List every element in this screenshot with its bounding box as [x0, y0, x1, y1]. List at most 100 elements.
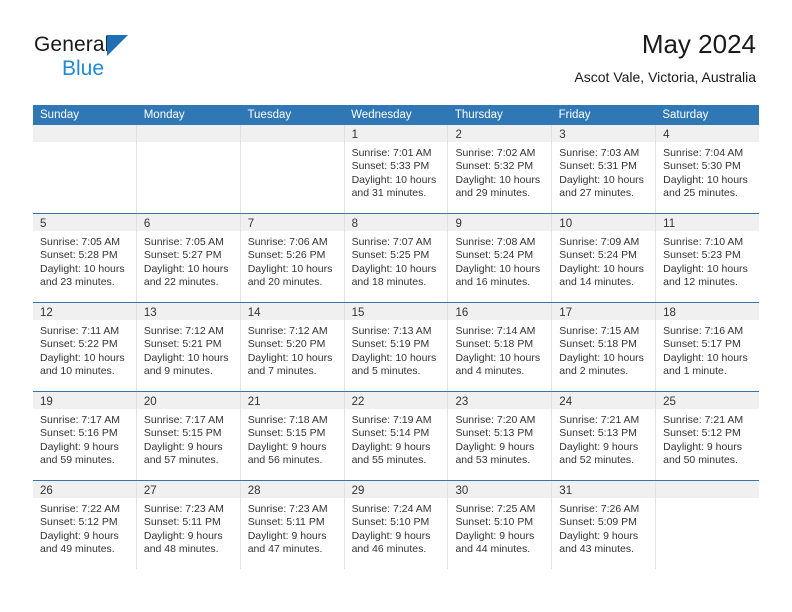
day-cell[interactable]: 28 Sunrise: 7:23 AM Sunset: 5:11 PM Dayligh… [240, 481, 345, 569]
day-cell[interactable]: 22 Sunrise: 7:19 AM Sunset: 5:14 PM Dayligh… [344, 392, 449, 480]
day-number-band: 3 [552, 125, 656, 142]
day-cell[interactable]: 14 Sunrise: 7:12 AM Sunset: 5:20 PM Dayligh… [240, 303, 345, 391]
day-number-band: 27 [136, 481, 240, 498]
weekday-header-saturday: Saturday [662, 109, 709, 121]
daylight-line: Daylight: 9 hours [247, 440, 327, 453]
day-cell[interactable]: 7 Sunrise: 7:06 AM Sunset: 5:26 PM Daylight… [240, 214, 345, 302]
day-number: 1 [351, 129, 358, 141]
day-cell[interactable]: 2 Sunrise: 7:02 AM Sunset: 5:32 PM Daylight… [448, 125, 553, 213]
sunrise-line: Sunrise: 7:25 AM [455, 503, 536, 515]
sunrise-line: Sunrise: 7:12 AM [247, 325, 328, 337]
day-number: 24 [559, 396, 573, 408]
sunrise-line: Sunrise: 7:07 AM [351, 236, 432, 248]
day-number: 8 [351, 218, 358, 230]
general-blue-logo: General Blue [34, 34, 128, 80]
day-number-band: 31 [552, 481, 656, 498]
day-cell-body [33, 142, 136, 147]
sunset-line: Sunset: 5:15 PM [143, 427, 222, 440]
day-cell[interactable]: 11 Sunrise: 7:10 AM Sunset: 5:23 PM Dayligh… [656, 214, 760, 302]
day-cell-body: Sunrise: 7:04 AM Sunset: 5:30 PM Daylight:… [656, 142, 759, 201]
day-cell[interactable]: 12 Sunrise: 7:11 AM Sunset: 5:22 PM Dayligh… [33, 303, 137, 391]
day-number: 16 [455, 307, 469, 319]
day-cell[interactable]: 16 Sunrise: 7:14 AM Sunset: 5:18 PM Dayligh… [448, 303, 553, 391]
daylight-line-cont: and 25 minutes. [663, 187, 738, 200]
day-cell[interactable]: 25 Sunrise: 7:21 AM Sunset: 5:12 PM Dayligh… [656, 392, 760, 480]
day-number-band: 10 [552, 214, 656, 231]
sunset-line: Sunset: 5:13 PM [455, 427, 534, 440]
day-cell[interactable]: 17 Sunrise: 7:15 AM Sunset: 5:18 PM Dayligh… [552, 303, 657, 391]
day-cell[interactable]: 23 Sunrise: 7:20 AM Sunset: 5:13 PM Dayligh… [448, 392, 553, 480]
day-number-band: 16 [448, 303, 552, 320]
daylight-line: Daylight: 9 hours [40, 440, 119, 453]
day-cell[interactable]: 3 Sunrise: 7:03 AM Sunset: 5:31 PM Daylight… [552, 125, 657, 213]
sunrise-line: Sunrise: 7:21 AM [559, 414, 640, 426]
logo-text-blue: Blue [62, 57, 105, 80]
day-cell-body: Sunrise: 7:01 AM Sunset: 5:33 PM Daylight:… [345, 142, 448, 201]
day-number-band: 26 [33, 481, 136, 498]
day-cell-body: Sunrise: 7:11 AM Sunset: 5:22 PM Daylight:… [33, 320, 136, 379]
day-cell-body: Sunrise: 7:12 AM Sunset: 5:21 PM Daylight:… [137, 320, 240, 379]
day-number-band: 6 [136, 214, 240, 231]
day-number: 9 [455, 218, 462, 230]
day-cell[interactable]: 18 Sunrise: 7:16 AM Sunset: 5:17 PM Dayligh… [656, 303, 760, 391]
day-number: 2 [455, 129, 462, 141]
day-cell[interactable]: 24 Sunrise: 7:21 AM Sunset: 5:13 PM Dayligh… [552, 392, 657, 480]
daylight-line-cont: and 57 minutes. [143, 454, 219, 467]
day-number-band [240, 125, 344, 142]
day-cell[interactable]: 31 Sunrise: 7:26 AM Sunset: 5:09 PM Dayligh… [552, 481, 657, 569]
day-cell[interactable]: 1 Sunrise: 7:01 AM Sunset: 5:33 PM Daylight… [344, 125, 449, 213]
day-number-band [136, 125, 240, 142]
sunrise-line: Sunrise: 7:23 AM [247, 503, 328, 515]
day-cell[interactable]: 10 Sunrise: 7:09 AM Sunset: 5:24 PM Dayligh… [552, 214, 657, 302]
daylight-line-cont: and 4 minutes. [455, 365, 525, 378]
day-cell-body: Sunrise: 7:20 AM Sunset: 5:13 PM Daylight:… [448, 409, 551, 468]
day-number: 14 [247, 307, 261, 319]
day-cell[interactable]: 5 Sunrise: 7:05 AM Sunset: 5:28 PM Daylight… [33, 214, 137, 302]
daylight-line: Daylight: 10 hours [143, 262, 229, 275]
day-number-band: 1 [344, 125, 448, 142]
sunset-line: Sunset: 5:10 PM [351, 516, 430, 529]
daylight-line: Daylight: 10 hours [351, 173, 437, 186]
day-cell[interactable]: 9 Sunrise: 7:08 AM Sunset: 5:24 PM Daylight… [448, 214, 553, 302]
day-number-band: 22 [344, 392, 448, 409]
day-cell[interactable]: 26 Sunrise: 7:22 AM Sunset: 5:12 PM Dayligh… [33, 481, 137, 569]
day-cell[interactable]: 27 Sunrise: 7:23 AM Sunset: 5:11 PM Dayligh… [136, 481, 241, 569]
daylight-line-cont: and 53 minutes. [455, 454, 531, 467]
day-cell[interactable]: 19 Sunrise: 7:17 AM Sunset: 5:16 PM Dayligh… [33, 392, 137, 480]
daylight-line: Daylight: 10 hours [40, 262, 125, 275]
sunset-line: Sunset: 5:12 PM [40, 516, 118, 529]
day-cell[interactable]: 21 Sunrise: 7:18 AM Sunset: 5:15 PM Dayligh… [240, 392, 345, 480]
day-number: 12 [40, 307, 53, 319]
day-cell-body: Sunrise: 7:05 AM Sunset: 5:28 PM Daylight:… [33, 231, 136, 290]
day-cell[interactable]: 30 Sunrise: 7:25 AM Sunset: 5:10 PM Dayligh… [448, 481, 553, 569]
sunrise-line: Sunrise: 7:09 AM [559, 236, 640, 248]
daylight-line-cont: and 10 minutes. [40, 365, 115, 378]
day-cell-body: Sunrise: 7:12 AM Sunset: 5:20 PM Daylight:… [241, 320, 344, 379]
daylight-line: Daylight: 9 hours [351, 529, 431, 542]
day-cell[interactable]: 29 Sunrise: 7:24 AM Sunset: 5:10 PM Dayligh… [344, 481, 449, 569]
day-number-band [33, 125, 136, 142]
day-number: 13 [143, 307, 157, 319]
daylight-line: Daylight: 9 hours [143, 440, 223, 453]
daylight-line-cont: and 2 minutes. [559, 365, 629, 378]
calendar-week-row: 12 Sunrise: 7:11 AM Sunset: 5:22 PM Dayligh… [33, 302, 760, 391]
day-cell[interactable]: 6 Sunrise: 7:05 AM Sunset: 5:27 PM Daylight… [136, 214, 241, 302]
day-cell[interactable]: 4 Sunrise: 7:04 AM Sunset: 5:30 PM Daylight… [656, 125, 760, 213]
sunset-line: Sunset: 5:28 PM [40, 249, 118, 262]
day-cell-empty [33, 125, 137, 213]
day-cell-body: Sunrise: 7:02 AM Sunset: 5:32 PM Daylight:… [448, 142, 551, 201]
day-cell-body: Sunrise: 7:10 AM Sunset: 5:23 PM Daylight:… [656, 231, 759, 290]
day-number-band: 24 [552, 392, 656, 409]
daylight-line: Daylight: 10 hours [455, 351, 541, 364]
day-cell-body: Sunrise: 7:08 AM Sunset: 5:24 PM Daylight:… [448, 231, 551, 290]
day-number: 21 [247, 396, 261, 408]
day-cell-body: Sunrise: 7:16 AM Sunset: 5:17 PM Daylight:… [656, 320, 759, 379]
sunset-line: Sunset: 5:20 PM [247, 338, 326, 351]
day-cell[interactable]: 8 Sunrise: 7:07 AM Sunset: 5:25 PM Daylight… [344, 214, 449, 302]
day-cell[interactable]: 13 Sunrise: 7:12 AM Sunset: 5:21 PM Dayligh… [136, 303, 241, 391]
day-cell[interactable]: 15 Sunrise: 7:13 AM Sunset: 5:19 PM Dayligh… [344, 303, 449, 391]
calendar-week-row: 19 Sunrise: 7:17 AM Sunset: 5:16 PM Dayligh… [33, 391, 760, 480]
sunset-line: Sunset: 5:33 PM [351, 160, 430, 173]
sunrise-line: Sunrise: 7:26 AM [559, 503, 640, 515]
day-cell[interactable]: 20 Sunrise: 7:17 AM Sunset: 5:15 PM Dayligh… [136, 392, 241, 480]
